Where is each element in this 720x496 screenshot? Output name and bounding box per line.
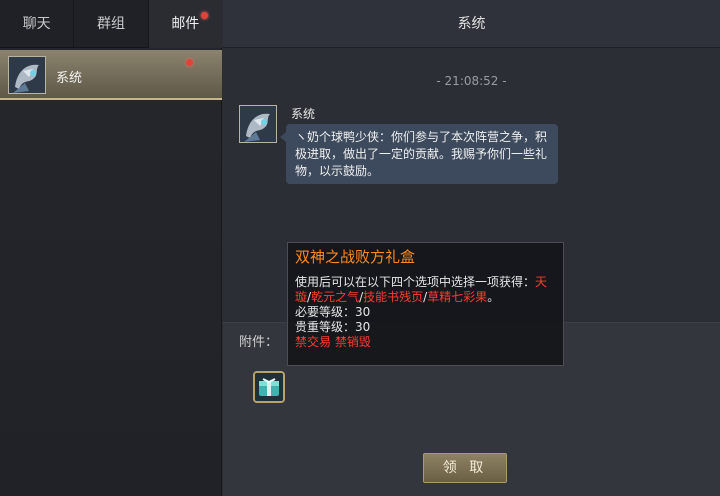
avatar xyxy=(8,56,46,94)
tooltip-option: 草精七彩果 xyxy=(427,290,488,304)
claim-button[interactable]: 领 取 xyxy=(423,453,507,483)
tooltip-period: 。 xyxy=(487,290,500,304)
tooltip-required-level: 必要等级：30 xyxy=(295,305,371,319)
contact-notification-dot xyxy=(186,59,193,66)
tab-groups[interactable]: 群组 xyxy=(74,0,149,48)
tooltip-title: 双神之战败方礼盒 xyxy=(295,248,416,266)
tooltip-desc-prefix: 使用后可以在以下四个选项中选择一项获得： xyxy=(295,275,536,289)
tooltip-restrictions: 禁交易 禁销毁 xyxy=(295,335,371,349)
message-bubble: ヽ奶个球鸭少侠：你们参与了本次阵营之争，积极进取，做出了一定的贡献。我赐予你们一… xyxy=(280,124,558,184)
page-title: 系统 xyxy=(223,0,720,48)
notification-dot xyxy=(200,12,208,19)
contact-name: 系统 xyxy=(56,71,83,86)
system-avatar-icon xyxy=(9,57,45,93)
tab-mail-label: 邮件 xyxy=(171,16,200,32)
tab-groups-label: 群组 xyxy=(96,16,125,32)
tooltip-rarity-level: 贵重等级：30 xyxy=(295,320,371,334)
attachment-label: 附件： xyxy=(239,335,279,350)
tab-mail[interactable]: 邮件 xyxy=(148,0,222,48)
sender-name: 系统 xyxy=(291,107,316,121)
contact-item-system[interactable]: 系统 xyxy=(0,50,222,100)
tooltip-description: 使用后可以在以下四个选项中选择一项获得：天璇/乾元之气/技能书残页/草精七彩果。 xyxy=(295,275,556,305)
sender-avatar xyxy=(239,105,277,143)
message-timestamp: - 21:08:52 - xyxy=(436,74,507,88)
tooltip-option: 技能书残页 xyxy=(363,290,424,304)
item-tooltip: 双神之战败方礼盒 使用后可以在以下四个选项中选择一项获得：天璇/乾元之气/技能书… xyxy=(287,242,564,366)
gift-box-icon xyxy=(255,373,283,401)
tab-chat[interactable]: 聊天 xyxy=(0,0,75,48)
left-panel: 聊天 群组 邮件 系统 xyxy=(0,0,222,496)
tab-chat-label: 聊天 xyxy=(22,16,51,32)
tab-bar: 聊天 群组 邮件 xyxy=(0,0,222,48)
system-avatar-icon xyxy=(240,106,276,142)
tooltip-option: 乾元之气 xyxy=(311,290,360,304)
attachment-item[interactable] xyxy=(253,371,285,403)
